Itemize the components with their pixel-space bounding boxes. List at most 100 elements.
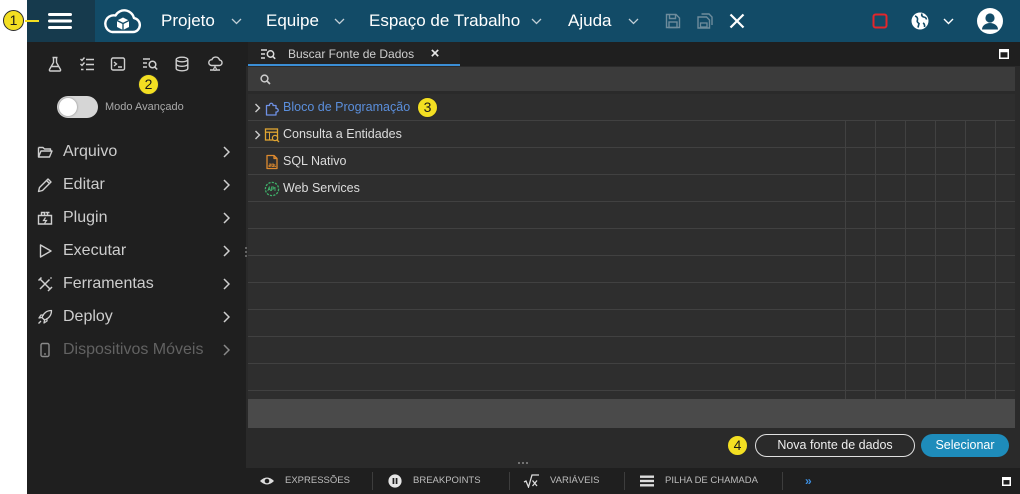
save-icon[interactable] bbox=[665, 13, 681, 29]
sidebar-item-label: Plugin bbox=[63, 209, 108, 226]
chevron-right-icon bbox=[223, 178, 230, 191]
maximize-panel-icon[interactable] bbox=[999, 49, 1009, 59]
terminal-icon[interactable] bbox=[110, 56, 126, 72]
sidebar-item-dispositivos-moveis[interactable]: Dispositivos Móveis bbox=[27, 333, 246, 366]
menu-label: Espaço de Trabalho bbox=[369, 11, 521, 30]
tab-active-underline bbox=[248, 64, 460, 66]
chevron-down-icon bbox=[231, 18, 242, 25]
tree-item-label: Web Services bbox=[283, 181, 360, 195]
advanced-mode-label: Modo Avançado bbox=[105, 101, 184, 113]
panel-resize-handle[interactable] bbox=[517, 461, 529, 465]
tree-item-web-services[interactable]: Web Services bbox=[248, 175, 1015, 202]
chevron-right-icon bbox=[223, 145, 230, 158]
globe-icon bbox=[911, 12, 929, 30]
horizontal-scrollbar[interactable] bbox=[248, 399, 1015, 428]
checklist-icon[interactable] bbox=[79, 56, 95, 72]
stop-icon[interactable] bbox=[872, 13, 888, 29]
chevron-down-icon bbox=[531, 18, 542, 25]
tree-item-sql-nativo[interactable]: SQL Nativo bbox=[248, 148, 1015, 175]
mobile-icon bbox=[40, 342, 50, 357]
menu-icon bbox=[48, 13, 72, 29]
tab-label: PILHA DE CHAMADA bbox=[665, 475, 758, 486]
search-bar bbox=[248, 67, 1015, 91]
search-input[interactable] bbox=[276, 69, 1010, 91]
tab-buscar-fonte-de-dados[interactable]: Buscar Fonte de Dados × bbox=[248, 42, 460, 66]
tab-expressoes[interactable]: EXPRESSÕES bbox=[256, 468, 366, 494]
maximize-debug-panel-icon[interactable] bbox=[1002, 477, 1011, 486]
select-button[interactable]: Selecionar bbox=[921, 434, 1009, 457]
tab-close-button[interactable]: × bbox=[429, 42, 441, 66]
sidebar-item-arquivo[interactable]: Arquivo bbox=[27, 135, 246, 168]
more-tabs-button[interactable]: » bbox=[805, 468, 812, 494]
tab-separator bbox=[624, 472, 625, 490]
tree-item-label: SQL Nativo bbox=[283, 154, 347, 168]
tab-separator bbox=[372, 472, 373, 490]
chevron-right-icon bbox=[223, 310, 230, 323]
save-all-icon[interactable] bbox=[697, 13, 713, 29]
search-icon bbox=[260, 74, 271, 85]
menu-projeto[interactable]: Projeto bbox=[161, 0, 243, 42]
sidebar-item-ferramentas[interactable]: Ferramentas bbox=[27, 267, 246, 300]
sidebar-item-label: Editar bbox=[63, 176, 105, 193]
tab-variaveis[interactable]: VARIÁVEIS bbox=[521, 468, 619, 494]
entity-query-icon bbox=[264, 127, 280, 142]
api-icon bbox=[264, 181, 280, 196]
sqrt-x-icon bbox=[523, 474, 539, 488]
cloud-cube-logo-icon[interactable] bbox=[103, 6, 141, 36]
tab-label: BREAKPOINTS bbox=[413, 475, 481, 486]
callout-2: 2 bbox=[138, 74, 159, 95]
list-icon bbox=[640, 475, 654, 487]
callout-3: 3 bbox=[417, 97, 438, 118]
tab-label: EXPRESSÕES bbox=[285, 475, 350, 486]
folder-icon bbox=[37, 146, 53, 158]
pencil-icon bbox=[37, 177, 52, 192]
menu-espaco-de-trabalho[interactable]: Espaço de Trabalho bbox=[369, 0, 542, 42]
menu-ajuda[interactable]: Ajuda bbox=[568, 0, 639, 42]
chevron-right-icon bbox=[223, 211, 230, 224]
tree-item-consulta-a-entidades[interactable]: Consulta a Entidades bbox=[248, 121, 1015, 148]
callout-4: 4 bbox=[727, 435, 748, 456]
tab-separator bbox=[782, 472, 783, 490]
chevron-right-icon[interactable] bbox=[254, 130, 261, 140]
chevron-right-icon[interactable] bbox=[254, 103, 261, 113]
chevron-down-icon bbox=[943, 18, 954, 25]
database-icon[interactable] bbox=[174, 56, 190, 72]
sidebar-item-label: Deploy bbox=[63, 308, 113, 325]
tab-breakpoints[interactable]: BREAKPOINTS bbox=[385, 468, 503, 494]
tab-label: Buscar Fonte de Dados bbox=[288, 47, 415, 61]
tab-pilha-de-chamada[interactable]: PILHA DE CHAMADA bbox=[637, 468, 777, 494]
tree-item-bloco-de-programacao[interactable]: Bloco de Programação bbox=[248, 94, 1015, 121]
menu-equipe[interactable]: Equipe bbox=[266, 0, 345, 42]
sidebar-item-label: Ferramentas bbox=[63, 275, 154, 292]
user-avatar-icon[interactable] bbox=[977, 8, 1003, 34]
cloud-settings-icon[interactable] bbox=[207, 56, 223, 72]
tree-item-label: Bloco de Programação bbox=[283, 100, 411, 114]
pause-circle-icon bbox=[388, 474, 402, 488]
menu-label: Equipe bbox=[266, 11, 319, 30]
chevron-down-icon bbox=[628, 18, 639, 25]
tab-separator bbox=[509, 472, 510, 490]
new-data-source-button[interactable]: Nova fonte de dados bbox=[755, 434, 915, 457]
search-data-icon bbox=[261, 49, 276, 60]
search-data-icon[interactable] bbox=[142, 56, 158, 72]
chevron-right-icon bbox=[223, 343, 230, 356]
advanced-mode-toggle[interactable] bbox=[57, 96, 98, 118]
play-icon bbox=[39, 243, 52, 258]
chevron-right-icon bbox=[223, 244, 230, 257]
tree-item-label: Consulta a Entidades bbox=[283, 127, 402, 141]
language-selector[interactable] bbox=[911, 12, 957, 30]
sidebar-item-deploy[interactable]: Deploy bbox=[27, 300, 246, 333]
sidebar-item-editar[interactable]: Editar bbox=[27, 168, 246, 201]
callout-1: 1 bbox=[3, 10, 24, 31]
rocket-icon bbox=[38, 309, 53, 324]
sidebar-item-plugin[interactable]: Plugin bbox=[27, 201, 246, 234]
eye-icon bbox=[260, 477, 274, 485]
sql-file-icon bbox=[266, 154, 278, 169]
sidebar-item-label: Arquivo bbox=[63, 143, 118, 160]
callout-leader-line bbox=[25, 20, 39, 22]
close-icon[interactable] bbox=[729, 13, 745, 29]
tools-icon bbox=[37, 276, 53, 292]
flask-icon[interactable] bbox=[47, 56, 63, 72]
sidebar-item-executar[interactable]: Executar bbox=[27, 234, 246, 267]
chevron-down-icon bbox=[334, 18, 345, 25]
